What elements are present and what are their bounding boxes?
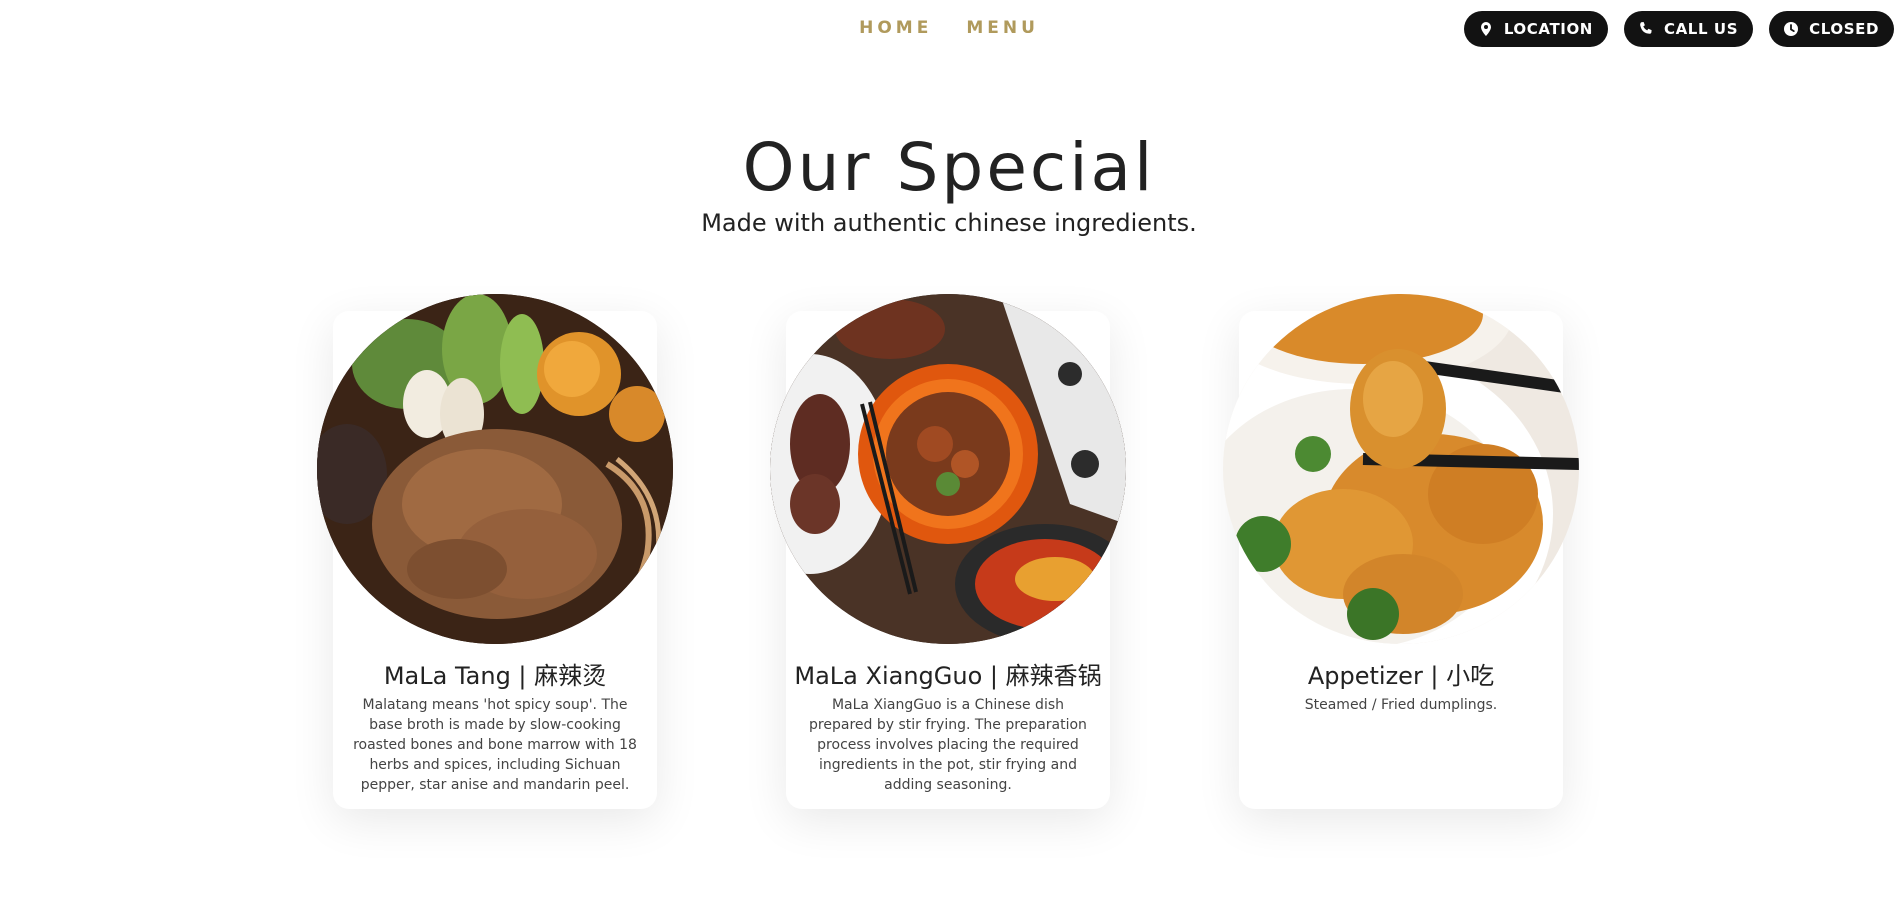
section-subtitle: Made with authentic chinese ingredients. bbox=[701, 209, 1197, 237]
closed-status-button[interactable]: CLOSED bbox=[1769, 11, 1894, 47]
nav-menu-link[interactable]: MENU bbox=[966, 17, 1039, 39]
phone-icon bbox=[1638, 21, 1654, 37]
dish-card-appetizer[interactable]: Appetizer | 小吃 Steamed / Fried dumplings… bbox=[1223, 294, 1579, 809]
dish-description: Malatang means 'hot spicy soup'. The bas… bbox=[353, 697, 637, 793]
call-us-button[interactable]: CALL US bbox=[1623, 11, 1754, 47]
mala-xiangguo-photo bbox=[770, 294, 1126, 644]
nav-home-link[interactable]: HOME bbox=[859, 17, 932, 39]
appetizer-photo bbox=[1223, 294, 1579, 644]
dish-card-mala-tang[interactable]: MaLa Tang | 麻辣烫 Malatang means 'hot spic… bbox=[317, 294, 673, 809]
dish-card-mala-xiangguo[interactable]: MaLa XiangGuo | 麻辣香锅 MaLa XiangGuo is a … bbox=[770, 294, 1126, 809]
location-label: LOCATION bbox=[1503, 20, 1593, 38]
page: HOME MENU LOCATION CALL US CLOSED Our Sp… bbox=[0, 0, 1898, 924]
call-us-label: CALL US bbox=[1663, 20, 1739, 38]
map-pin-icon bbox=[1478, 21, 1494, 37]
mala-tang-photo bbox=[317, 294, 673, 644]
dish-title: MaLa XiangGuo | 麻辣香锅 bbox=[794, 662, 1102, 690]
dish-title: Appetizer | 小吃 bbox=[1307, 662, 1495, 690]
dish-description: Steamed / Fried dumplings. bbox=[1304, 697, 1498, 713]
dish-title: MaLa Tang | 麻辣烫 bbox=[383, 662, 607, 690]
clock-icon bbox=[1783, 21, 1799, 37]
section-title: Our Special bbox=[742, 129, 1156, 206]
dish-description: MaLa XiangGuo is a Chinese dish prepared… bbox=[809, 697, 1087, 793]
location-button[interactable]: LOCATION bbox=[1463, 11, 1608, 47]
header-actions: LOCATION CALL US CLOSED bbox=[1463, 11, 1894, 47]
closed-label: CLOSED bbox=[1809, 20, 1879, 38]
